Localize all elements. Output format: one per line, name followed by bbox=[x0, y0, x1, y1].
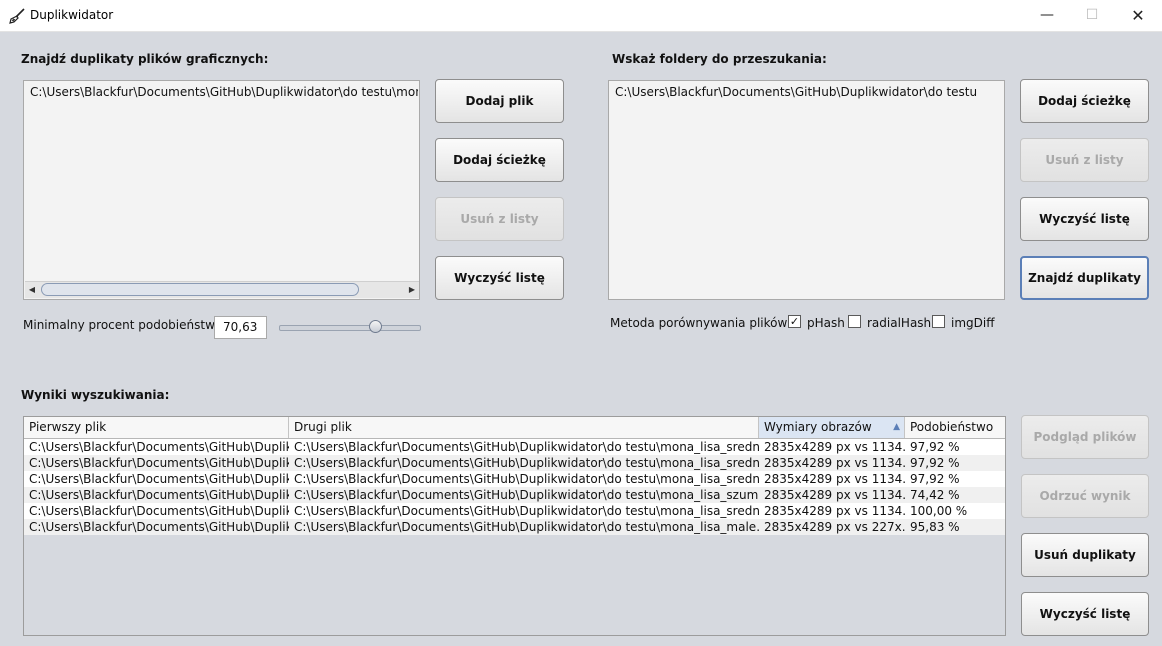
cell-dimensions: 2835x4289 px vs 1134... bbox=[764, 504, 905, 518]
phash-label[interactable]: pHash bbox=[807, 316, 845, 330]
scroll-left-icon[interactable]: ◀ bbox=[25, 282, 39, 298]
folders-section-title: Wskaż foldery do przeszukania: bbox=[612, 52, 827, 66]
column-header-first-file[interactable]: Pierwszy plik bbox=[24, 417, 289, 438]
cell-dimensions: 2835x4289 px vs 227x... bbox=[764, 520, 905, 534]
broom-icon bbox=[9, 8, 25, 24]
similarity-slider-knob[interactable] bbox=[369, 320, 382, 333]
cell-similarity: 97,92 % bbox=[910, 456, 960, 470]
cell-first-file: C:\Users\Blackfur\Documents\GitHub\Dupli… bbox=[29, 456, 289, 470]
cell-similarity: 97,92 % bbox=[910, 472, 960, 486]
cell-first-file: C:\Users\Blackfur\Documents\GitHub\Dupli… bbox=[29, 520, 289, 534]
phash-checkbox[interactable]: ✓ bbox=[788, 315, 801, 328]
cell-first-file: C:\Users\Blackfur\Documents\GitHub\Dupli… bbox=[29, 488, 289, 502]
file-list-item[interactable]: C:\Users\Blackfur\Documents\GitHub\Dupli… bbox=[30, 85, 418, 99]
similarity-slider[interactable] bbox=[279, 325, 421, 331]
cell-similarity: 97,92 % bbox=[910, 440, 960, 454]
cell-second-file: C:\Users\Blackfur\Documents\GitHub\Dupli… bbox=[294, 488, 759, 502]
similarity-label: Minimalny procent podobieństwa: bbox=[23, 318, 227, 332]
column-header-similarity[interactable]: Podobieństwo bbox=[905, 417, 1005, 438]
remove-folder-button[interactable]: Usuń z listy bbox=[1020, 138, 1149, 182]
cell-first-file: C:\Users\Blackfur\Documents\GitHub\Dupli… bbox=[29, 440, 289, 454]
cell-second-file: C:\Users\Blackfur\Documents\GitHub\Dupli… bbox=[294, 504, 759, 518]
window-title: Duplikwidator bbox=[30, 8, 114, 22]
remove-file-button[interactable]: Usuń z listy bbox=[435, 197, 564, 241]
imgdiff-label[interactable]: imgDiff bbox=[951, 316, 994, 330]
table-row[interactable]: C:\Users\Blackfur\Documents\GitHub\Dupli… bbox=[24, 471, 1005, 487]
add-file-button[interactable]: Dodaj plik bbox=[435, 79, 564, 123]
table-row[interactable]: C:\Users\Blackfur\Documents\GitHub\Dupli… bbox=[24, 439, 1005, 455]
table-header: Pierwszy plik Drugi plik Wymiary obrazów… bbox=[24, 417, 1005, 439]
cell-first-file: C:\Users\Blackfur\Documents\GitHub\Dupli… bbox=[29, 472, 289, 486]
files-section-title: Znajdź duplikaty plików graficznych: bbox=[21, 52, 269, 66]
cell-second-file: C:\Users\Blackfur\Documents\GitHub\Dupli… bbox=[294, 440, 759, 454]
cell-first-file: C:\Users\Blackfur\Documents\GitHub\Dupli… bbox=[29, 504, 289, 518]
imgdiff-checkbox[interactable] bbox=[932, 315, 945, 328]
cell-dimensions: 2835x4289 px vs 1134... bbox=[764, 472, 905, 486]
cell-similarity: 100,00 % bbox=[910, 504, 968, 518]
column-header-second-file[interactable]: Drugi plik bbox=[289, 417, 759, 438]
title-bar: Duplikwidator — ☐ ✕ bbox=[0, 0, 1162, 32]
table-row[interactable]: C:\Users\Blackfur\Documents\GitHub\Dupli… bbox=[24, 487, 1005, 503]
delete-duplicates-button[interactable]: Usuń duplikaty bbox=[1021, 533, 1149, 577]
preview-files-button[interactable]: Podgląd plików bbox=[1021, 415, 1149, 459]
results-table[interactable]: Pierwszy plik Drugi plik Wymiary obrazów… bbox=[23, 416, 1006, 636]
cell-dimensions: 2835x4289 px vs 1134... bbox=[764, 456, 905, 470]
folders-list[interactable]: C:\Users\Blackfur\Documents\GitHub\Dupli… bbox=[608, 80, 1005, 300]
column-header-dimensions-label: Wymiary obrazów bbox=[764, 420, 872, 434]
scroll-right-icon[interactable]: ▶ bbox=[405, 282, 419, 298]
minimize-button[interactable]: — bbox=[1024, 0, 1070, 31]
cell-second-file: C:\Users\Blackfur\Documents\GitHub\Dupli… bbox=[294, 520, 759, 534]
cell-dimensions: 2835x4289 px vs 1134... bbox=[764, 488, 905, 502]
files-list[interactable]: C:\Users\Blackfur\Documents\GitHub\Dupli… bbox=[23, 80, 420, 300]
add-path-button[interactable]: Dodaj ścieżkę bbox=[435, 138, 564, 182]
clear-folders-button[interactable]: Wyczyść listę bbox=[1020, 197, 1149, 241]
cell-similarity: 95,83 % bbox=[910, 520, 960, 534]
find-duplicates-button[interactable]: Znajdź duplikaty bbox=[1020, 256, 1149, 300]
similarity-input[interactable]: 70,63 bbox=[214, 316, 267, 339]
clear-results-button[interactable]: Wyczyść listę bbox=[1021, 592, 1149, 636]
method-label: Metoda porównywania plików: bbox=[610, 316, 791, 330]
results-section-title: Wyniki wyszukiwania: bbox=[21, 388, 170, 402]
maximize-button[interactable]: ☐ bbox=[1069, 0, 1115, 31]
reject-result-button[interactable]: Odrzuć wynik bbox=[1021, 474, 1149, 518]
table-row[interactable]: C:\Users\Blackfur\Documents\GitHub\Dupli… bbox=[24, 455, 1005, 471]
clear-files-button[interactable]: Wyczyść listę bbox=[435, 256, 564, 300]
folder-list-item[interactable]: C:\Users\Blackfur\Documents\GitHub\Dupli… bbox=[615, 85, 977, 99]
radialhash-checkbox[interactable] bbox=[848, 315, 861, 328]
sort-ascending-icon: ▲ bbox=[893, 422, 900, 432]
cell-dimensions: 2835x4289 px vs 1134... bbox=[764, 440, 905, 454]
radialhash-label[interactable]: radialHash bbox=[867, 316, 931, 330]
cell-second-file: C:\Users\Blackfur\Documents\GitHub\Dupli… bbox=[294, 472, 759, 486]
scrollbar-thumb[interactable] bbox=[41, 283, 359, 296]
table-row[interactable]: C:\Users\Blackfur\Documents\GitHub\Dupli… bbox=[24, 503, 1005, 519]
add-folder-button[interactable]: Dodaj ścieżkę bbox=[1020, 79, 1149, 123]
close-button[interactable]: ✕ bbox=[1115, 0, 1161, 31]
horizontal-scrollbar[interactable]: ◀ ▶ bbox=[25, 281, 419, 298]
column-header-dimensions[interactable]: Wymiary obrazów ▲ bbox=[759, 417, 905, 438]
cell-similarity: 74,42 % bbox=[910, 488, 960, 502]
table-row[interactable]: C:\Users\Blackfur\Documents\GitHub\Dupli… bbox=[24, 519, 1005, 535]
cell-second-file: C:\Users\Blackfur\Documents\GitHub\Dupli… bbox=[294, 456, 759, 470]
